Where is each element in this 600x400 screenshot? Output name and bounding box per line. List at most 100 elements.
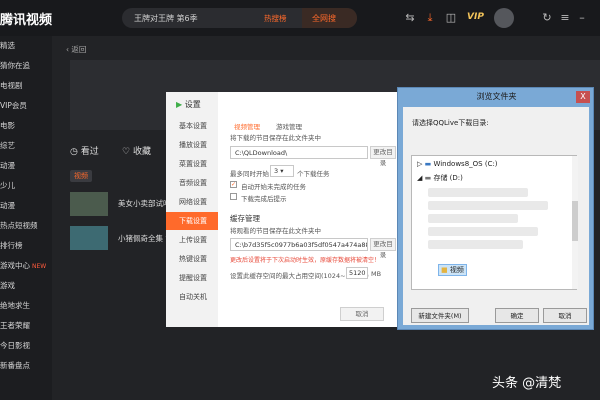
cache-path-field[interactable]: C:\b7d35f5c0977b6a03f5df0547a474a88\ [230,238,368,251]
sidebar-item[interactable]: 热点短视频 [0,220,52,234]
video-title[interactable]: 小猪佩奇全集 第 [118,233,173,244]
sidebar-item[interactable]: 游戏 [0,280,52,294]
auto-start-label: 自动开始未完成的任务 [241,183,306,191]
sidebar-item[interactable]: 今日影视 [0,340,52,354]
new-badge: NEW [32,263,47,270]
sidebar-item[interactable]: 精选 [0,40,52,54]
chevron-down-icon: ◢ [417,174,425,182]
tab-watched[interactable]: ◷ 看过 [70,144,99,157]
download-complete-checkbox[interactable] [230,193,237,200]
tab-video-manage[interactable]: 视频管理 [234,121,260,131]
sidebar-item[interactable]: 少儿 [0,180,52,194]
chevron-right-icon: ▷ [417,160,425,168]
settings-nav-item[interactable]: 提醒设置 [166,269,218,287]
folder-prompt: 请选择QQLive下载目录: [412,119,489,127]
sidebar-item[interactable]: 猜你在追 [0,60,52,74]
cache-size-unit: MB [371,270,382,278]
settings-nav-item[interactable]: 菜置设置 [166,155,218,173]
ok-button[interactable]: 确定 [495,308,539,323]
sidebar-item[interactable]: 电视剧 [0,80,52,94]
scrollbar-thumb[interactable] [572,201,578,241]
tab-favorites[interactable]: ♡ 收藏 [122,144,151,157]
settings-cancel-button[interactable]: 取消 [340,307,384,321]
settings-nav-item[interactable]: 上传设置 [166,231,218,249]
menu-icon[interactable]: ≡ [558,11,572,25]
max-tasks-prefix: 最多同时开始 [230,170,269,178]
cancel-button[interactable]: 取消 [543,308,587,323]
search-input[interactable]: 王牌对王牌 第6季 [134,13,198,24]
sidebar-item[interactable]: 综艺 [0,140,52,154]
video-title[interactable]: 美女小卖部试吃 [118,198,171,209]
tree-item-video-folder[interactable]: ■ 视频 [438,264,467,276]
blurred-item [428,240,523,249]
download-path-field[interactable]: C:\QLDownload\ [230,146,368,159]
settings-nav-item[interactable]: 自动关机 [166,288,218,306]
tree-item-label: Windows8_OS (C:) [433,160,498,168]
settings-nav-item[interactable]: 播放设置 [166,136,218,154]
folder-tree[interactable]: ▷ ▬ Windows8_OS (C:) ◢ ▬ 存储 (D:) ■ 视频 [411,155,578,290]
search-box[interactable]: 王牌对王牌 第6季 热搜榜 全网搜 [122,8,357,28]
tree-item-label: 视频 [449,266,464,274]
vip-button[interactable]: VIP [467,12,484,22]
sidebar-item[interactable]: 绝地求生 [0,300,52,314]
settings-title: ▶ 设置 [176,99,201,110]
tree-scrollbar[interactable] [572,156,578,289]
tab-label: 收藏 [132,147,151,157]
hot-search-button[interactable]: 热搜榜 [264,13,287,24]
sidebar-item[interactable]: VIP会员 [0,100,52,114]
save-to-label: 将下载的节目保存在此文件夹中 [230,134,321,142]
blurred-item [428,201,548,210]
settings-title-label: 设置 [184,100,201,109]
folder-dialog-title: 浏览文件夹 [476,92,517,101]
watermark: 头条 @清梵 [492,376,562,391]
blurred-item [428,188,528,197]
close-button[interactable]: X [576,91,590,103]
settings-dialog: ▶ 设置 基本设置 播放设置 菜置设置 音频设置 网络设置 下载设置 上传设置 … [166,92,398,327]
tree-item-label: 存储 (D:) [433,174,463,182]
cache-change-dir-button[interactable]: 更改目录 [370,238,396,259]
clock-icon: ◷ [70,147,81,157]
change-dir-button[interactable]: 更改目录 [370,146,396,167]
tree-item-drive-d[interactable]: ◢ ▬ 存储 (D:) [417,173,463,183]
back-label: 返回 [71,45,87,54]
settings-nav-item[interactable]: 热键设置 [166,250,218,268]
cache-warning: 更改后设置将于下次启动时生效，原缓存数据将被清空！ [230,257,381,264]
cache-size-input[interactable]: 5120 [346,267,368,279]
auto-start-checkbox[interactable]: ✓ [230,181,237,188]
settings-nav-item[interactable]: 网络设置 [166,193,218,211]
top-bar: 腾讯视频 王牌对王牌 第6季 热搜榜 全网搜 ⇆ ⤓ ◫ VIP ↻ ≡ – [0,0,600,36]
minimize-icon[interactable]: – [575,11,589,25]
back-link[interactable]: ‹ 返回 [66,44,86,55]
refresh-icon[interactable]: ↻ [540,11,554,25]
chevron-down-icon: ▾ [280,167,284,175]
folder-icon: ■ [441,266,450,274]
video-thumbnail[interactable] [70,226,108,250]
settings-nav-item[interactable]: 基本设置 [166,117,218,135]
sidebar-item[interactable]: 动漫 [0,200,52,214]
tree-item-drive-c[interactable]: ▷ ▬ Windows8_OS (C:) [417,160,498,168]
max-tasks-value: 3 [274,167,279,175]
transfer-icon[interactable]: ⇆ [403,11,417,25]
max-tasks-select[interactable]: 3 ▾ [270,165,294,177]
max-tasks-suffix: 个下载任务 [297,170,330,178]
filter-chip-video[interactable]: 视频 [70,170,92,182]
cache-dir-label: 将观看的节目保存在此文件夹中 [230,227,321,235]
settings-nav-item-download[interactable]: 下载设置 [166,212,218,230]
tab-game-manage[interactable]: 游戏管理 [276,121,302,131]
sidebar-item[interactable]: 新番盘点 [0,360,52,374]
sidebar-item[interactable]: 电影 [0,120,52,134]
sidebar-item-game-center[interactable]: 游戏中心 NEW [0,260,52,274]
sidebar-item[interactable]: 排行榜 [0,240,52,254]
new-folder-button[interactable]: 新建文件夹(M) [411,308,469,323]
sidebar-item[interactable]: 动漫 [0,160,52,174]
full-net-search-button[interactable]: 全网搜 [302,8,357,28]
blurred-item [428,214,518,223]
avatar[interactable] [494,8,514,28]
heart-icon: ♡ [122,147,133,157]
settings-nav-item[interactable]: 音频设置 [166,174,218,192]
sidebar-item-label: 游戏中心 [0,261,30,270]
gamepad-icon[interactable]: ◫ [444,11,458,25]
sidebar-item[interactable]: 王者荣耀 [0,320,52,334]
video-thumbnail[interactable] [70,192,108,216]
download-icon[interactable]: ⤓ [423,11,437,25]
